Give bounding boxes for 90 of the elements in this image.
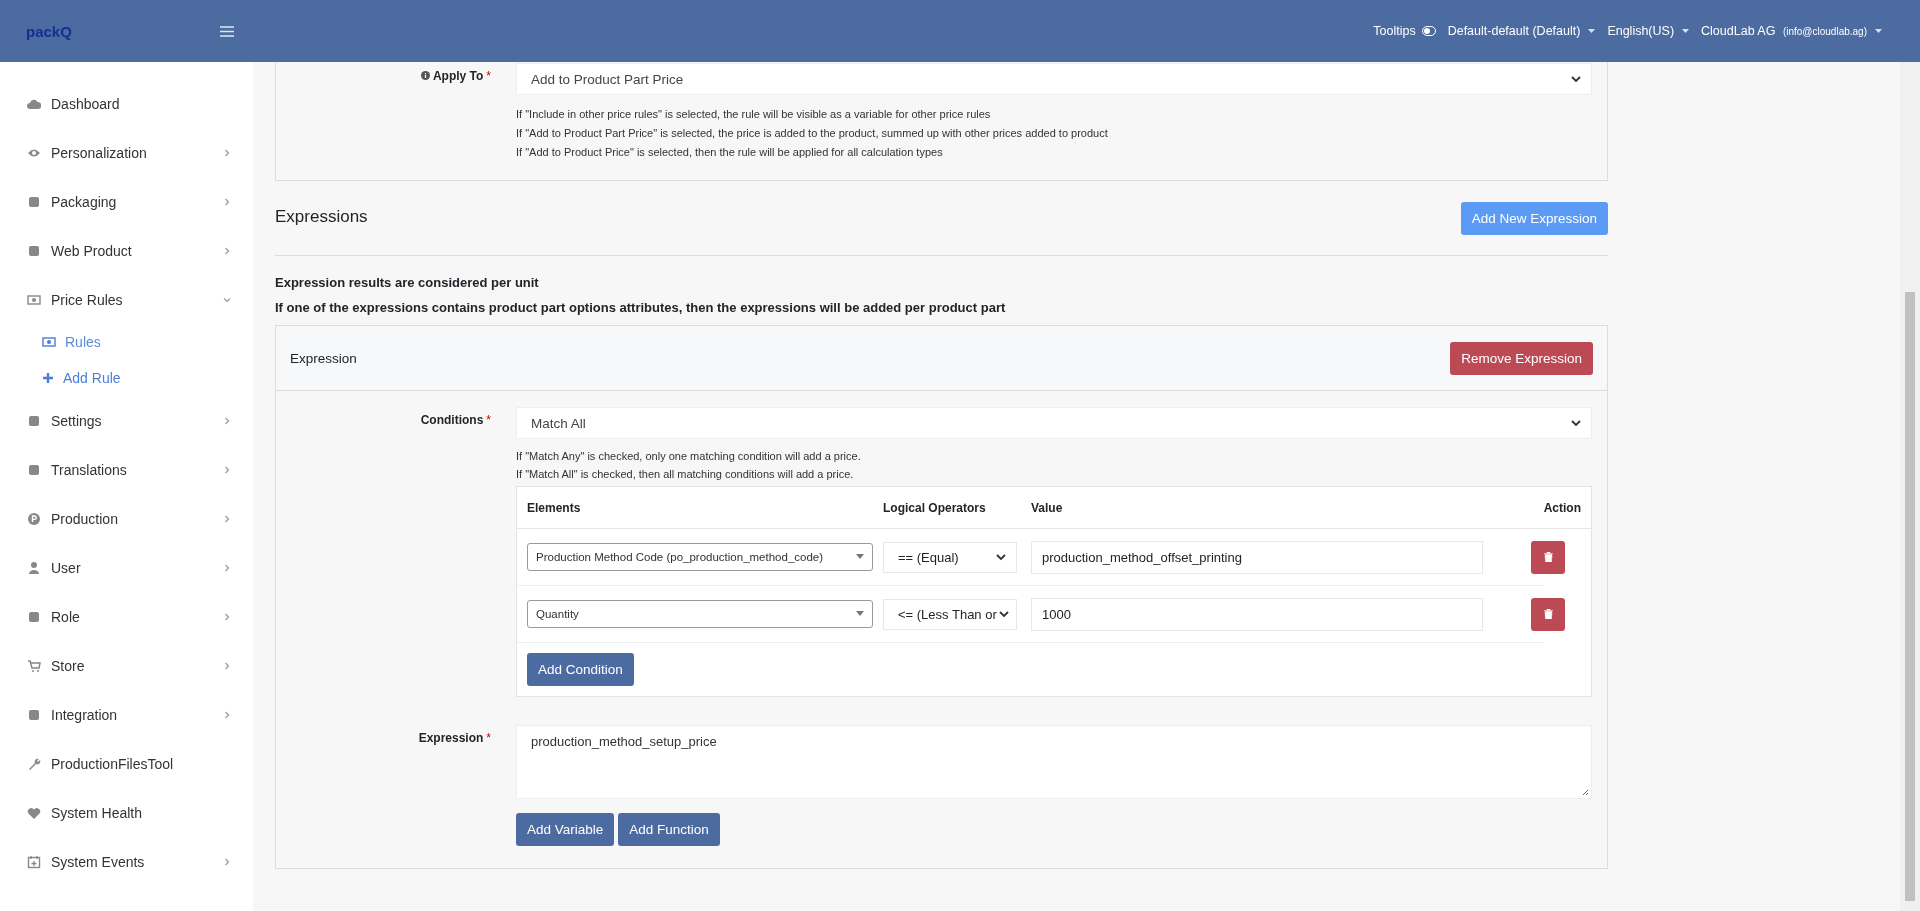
chevron-icon [223,857,231,866]
header-dropdown[interactable]: English(US) [1607,24,1690,38]
required-mark: * [486,69,491,83]
help-text: If "Add to Product Price" is selected, then the rule will be applied for all calculation types [516,145,944,160]
chevron-icon [223,197,231,206]
sidebar-item[interactable]: User [0,543,253,592]
caret-icon [1875,29,1882,33]
header-dropdown[interactable]: Default-default (Default) [1447,24,1596,38]
apply-to-select[interactable]: Add to Product Part Price [516,63,1592,95]
sidebar-item[interactable]: ProductionFilesTool [0,739,253,788]
card-title: Expression [290,350,357,366]
calendar-icon [27,854,41,869]
add-condition-button[interactable]: Add Condition [527,653,634,686]
caret-icon [1682,29,1690,33]
note-text: Expression results are considered per unit [275,275,540,291]
element-select[interactable]: Production Method Code (po_production_method_code) [527,543,873,571]
help-text: If "Include in other price rules" is selected, the rule will be visible as a variable for other price rules [516,107,992,122]
info-icon [420,71,430,80]
conditions-select[interactable]: Match All [516,407,1592,439]
chevron-icon [223,246,231,255]
section-title: Expressions [275,207,368,227]
sidebar-item[interactable]: Production [0,494,253,543]
remove-expression-button[interactable]: Remove Expression [1450,341,1593,375]
banknote-icon [27,292,41,307]
sidebar-item[interactable]: Personalization [0,128,253,177]
delete-button[interactable] [1531,540,1565,574]
operator-select[interactable]: == (Equal) [883,541,1017,573]
note-text: If one of the expressions contains product part options attributes, then the expressions will be added per product part [275,300,1007,316]
field-label: Expression [418,731,484,745]
chevron-down-icon [996,553,1006,561]
trash-icon [1543,552,1553,562]
sidebar-item[interactable]: System Health [0,788,253,837]
cart-icon [27,658,41,673]
menu-icon[interactable] [220,26,234,37]
sidebar-item[interactable]: Role [0,592,253,641]
chevron-icon [223,148,231,157]
help-text: If "Add to Product Part Price" is selected, the price is added to the product, summed up with other prices added to product [516,126,1109,141]
chevron-icon [223,710,231,719]
sidebar-item[interactable]: Packaging [0,177,253,226]
expression-textarea[interactable]: production_method_setup_price [516,725,1592,799]
sidebar-item[interactable]: Web Product [0,226,253,275]
column-header: Value [1030,500,1064,515]
trash-icon [1543,609,1553,619]
chevron-icon [223,416,231,425]
sidebar-item[interactable]: Integration [0,690,253,739]
sidebar-item[interactable]: Price Rules [0,275,253,324]
caret-icon [856,554,864,559]
value-field[interactable]: 1000 [1031,597,1483,631]
delete-button[interactable] [1531,597,1565,631]
tooltips-toggle[interactable]: Tooltips [1373,24,1436,38]
chevron-icon [223,661,231,670]
sidebar-item[interactable]: System Events [0,837,253,886]
field-label: Apply To [432,69,484,83]
heartbeat-icon [27,805,41,820]
chevron-down-icon [998,610,1009,618]
required-mark: * [486,731,491,745]
banknote-icon [42,336,56,348]
field-label: Conditions [420,413,484,427]
caret-icon [1588,29,1596,33]
chevron-icon [223,465,231,474]
caret-icon [856,611,864,616]
column-header: Action [1542,500,1582,515]
operator-select[interactable]: <= (Less Than or [883,598,1017,630]
header-dropdown[interactable]: CloudLab AG (info@cloudlab.ag) [1701,24,1882,38]
submenu-item[interactable]: Add Rule [0,360,253,396]
element-select[interactable]: Quantity [527,600,873,628]
toolbar-button[interactable]: Add Variable [516,813,615,846]
column-header: Elements [526,500,582,515]
chevron-icon [223,295,231,304]
user-icon [27,560,41,575]
chevron-down-icon [1571,75,1581,83]
toolbar-button[interactable]: Add Function [618,813,720,846]
column-header: Logical Operators [882,500,987,515]
value-field[interactable]: production_method_offset_printing [1031,540,1483,574]
help-text: If "Match All" is checked, then all matching conditions will add a price. [516,467,855,482]
sidebar-item[interactable]: Store [0,641,253,690]
resize-grip-icon [1582,789,1589,796]
plus-icon [42,372,54,384]
sidebar-item[interactable]: Settings [0,396,253,445]
letter-p-icon [27,511,41,526]
scrollbar[interactable] [1900,62,1920,911]
chevron-icon [223,612,231,621]
wrench-icon [27,756,41,771]
chevron-icon [223,514,231,523]
sidebar-item[interactable]: Dashboard [0,79,253,128]
help-text: If "Match Any" is checked, only one matching condition will add a price. [516,449,862,464]
sidebar-item[interactable]: Translations [0,445,253,494]
chevron-down-icon [1571,419,1581,427]
required-mark: * [486,413,491,427]
chevron-icon [223,563,231,572]
